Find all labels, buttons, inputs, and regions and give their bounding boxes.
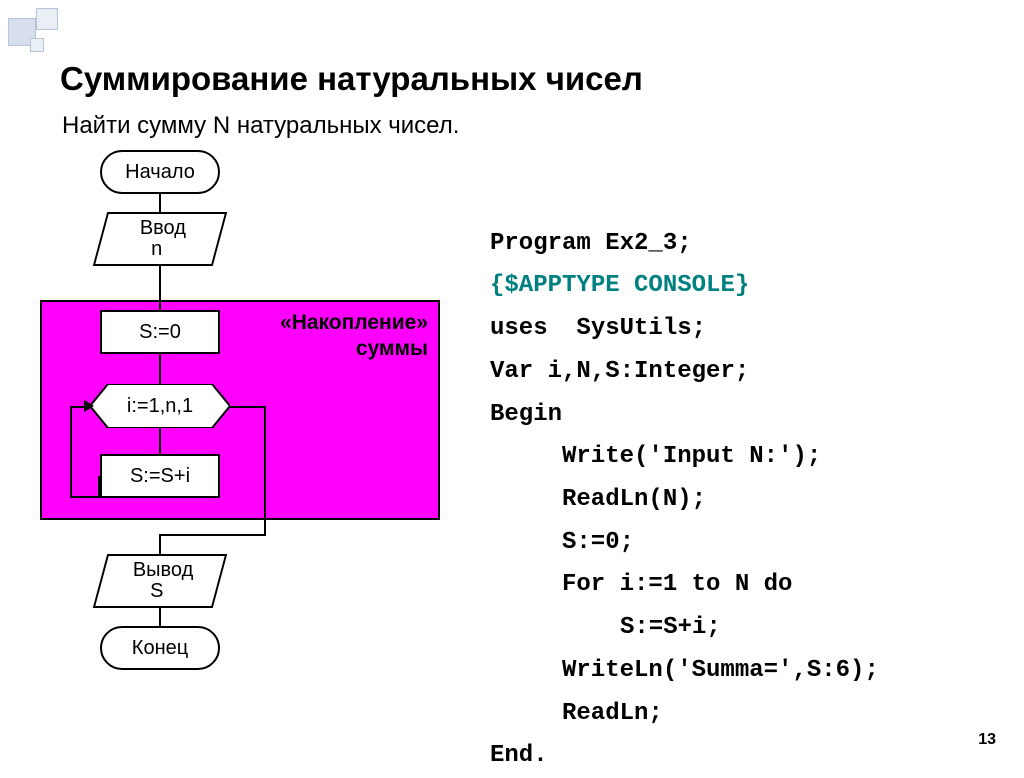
- connector: [98, 476, 100, 498]
- flow-input-line1: Ввод: [140, 218, 186, 239]
- connector: [159, 354, 161, 384]
- code-line: uses SysUtils;: [490, 315, 706, 342]
- code-line: For i:=1 to N do: [562, 564, 792, 607]
- flow-loop-label: i:=1,n,1: [90, 384, 230, 428]
- connector: [159, 534, 161, 554]
- flow-input-line2: n: [152, 239, 163, 260]
- code-line: Begin: [490, 401, 562, 428]
- deco-square: [36, 8, 58, 30]
- code-line: End.: [490, 742, 548, 769]
- slide-title: Суммирование натуральных чисел: [60, 60, 643, 98]
- arrow-icon: [84, 400, 94, 412]
- accumulation-label: «Накопление» суммы: [280, 310, 428, 363]
- flowchart: «Накопление» суммы Начало Ввод n S:=0 i:…: [40, 150, 460, 710]
- flow-output-line1: Вывод: [133, 560, 193, 581]
- deco-square: [30, 38, 44, 52]
- flow-output: Вывод S: [93, 554, 227, 608]
- connector: [230, 406, 266, 408]
- accumulation-label-line2: суммы: [280, 336, 428, 362]
- code-line: Var i,N,S:Integer;: [490, 358, 749, 385]
- flow-end: Конец: [100, 626, 220, 670]
- code-line: ReadLn;: [562, 693, 663, 736]
- page-number: 13: [978, 731, 996, 749]
- flow-loop: i:=1,n,1: [90, 384, 230, 428]
- flow-process-init: S:=0: [100, 310, 220, 354]
- accumulation-label-line1: «Накопление»: [280, 310, 428, 336]
- connector: [264, 406, 266, 536]
- connector: [159, 194, 161, 212]
- connector: [160, 534, 266, 536]
- connector: [70, 406, 72, 498]
- code-line-directive: {$APPTYPE CONSOLE}: [490, 272, 749, 299]
- flow-input: Ввод n: [93, 212, 227, 266]
- flow-start: Начало: [100, 150, 220, 194]
- connector: [159, 428, 161, 454]
- connector: [159, 266, 161, 310]
- connector: [70, 496, 100, 498]
- code-line: S:=0;: [562, 522, 634, 565]
- code-line: ReadLn(N);: [562, 479, 706, 522]
- code-listing: Program Ex2_3; {$APPTYPE CONSOLE} uses S…: [490, 180, 879, 778]
- code-line: Write('Input N:');: [562, 436, 821, 479]
- slide-subtitle: Найти сумму N натуральных чисел.: [62, 112, 459, 140]
- code-line: Program Ex2_3;: [490, 230, 692, 257]
- code-line: WriteLn('Summa=',S:6);: [562, 650, 879, 693]
- connector: [159, 608, 161, 626]
- code-line: S:=S+i;: [620, 607, 721, 650]
- flow-output-line2: S: [151, 581, 164, 602]
- flow-process-body: S:=S+i: [100, 454, 220, 498]
